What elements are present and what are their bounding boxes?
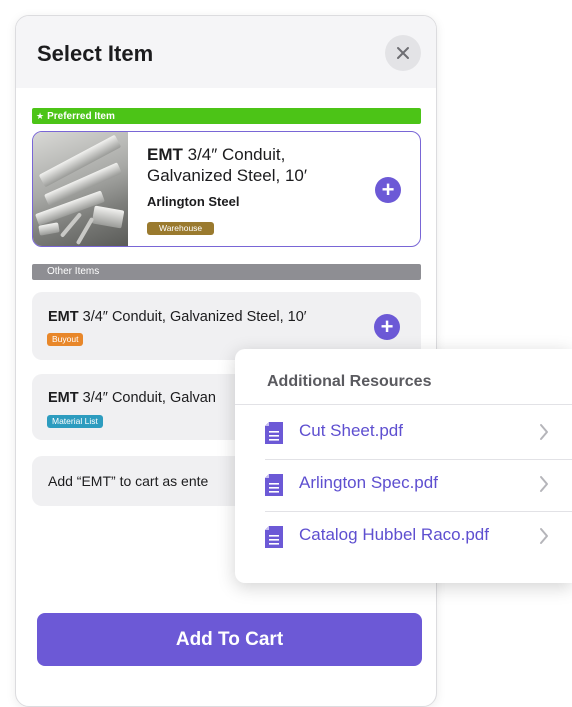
buyout-badge: Buyout — [47, 333, 84, 346]
star-icon: ★ — [36, 111, 45, 121]
resource-item-cut-sheet[interactable]: Cut Sheet.pdf — [235, 408, 572, 457]
chevron-right-icon — [540, 476, 548, 492]
document-icon — [265, 474, 283, 496]
document-icon — [265, 526, 283, 548]
resources-title: Additional Resources — [267, 373, 432, 390]
plus-icon: + — [381, 176, 395, 202]
plus-icon: + — [380, 313, 394, 339]
other-item-title: EMT 3/4″ Conduit, Galvan — [48, 390, 216, 406]
divider — [235, 404, 572, 405]
resource-name: Arlington Spec.pdf — [299, 473, 438, 492]
dialog-title: Select Item — [37, 41, 154, 66]
preferred-item-label: ★ Preferred Item — [32, 108, 421, 124]
document-icon — [265, 422, 283, 444]
add-other-item-button[interactable]: + — [374, 314, 400, 340]
material-list-badge: Material List — [47, 415, 103, 428]
close-button[interactable] — [385, 35, 421, 71]
dialog-header: Select Item — [16, 16, 436, 88]
warehouse-badge: Warehouse — [147, 222, 215, 235]
product-image — [33, 132, 128, 246]
resource-item-catalog-hubbel-raco[interactable]: Catalog Hubbel Raco.pdf — [235, 512, 572, 561]
chevron-right-icon — [540, 424, 548, 440]
resource-name: Cut Sheet.pdf — [299, 421, 403, 440]
chevron-right-icon — [540, 528, 548, 544]
additional-resources-popover: Additional Resources Cut Sheet.pdf Arlin… — [235, 349, 572, 583]
preferred-item-card[interactable]: EMT 3/4″ Conduit, Galvanized Steel, 10′ … — [32, 131, 421, 247]
preferred-item-title: EMT 3/4″ Conduit, Galvanized Steel, 10′ — [147, 145, 308, 185]
other-items-label: Other Items — [32, 264, 421, 280]
resource-item-arlington-spec[interactable]: Arlington Spec.pdf — [235, 460, 572, 509]
add-entered-text: Add “EMT” to cart as ente — [48, 473, 209, 489]
close-icon — [397, 47, 409, 59]
other-item-title: EMT 3/4″ Conduit, Galvanized Steel, 10′ — [48, 309, 307, 325]
resource-name: Catalog Hubbel Raco.pdf — [299, 525, 489, 544]
add-to-cart-button[interactable]: Add To Cart — [37, 613, 422, 666]
preferred-item-vendor: Arlington Steel — [147, 194, 240, 209]
add-preferred-item-button[interactable]: + — [375, 177, 401, 203]
